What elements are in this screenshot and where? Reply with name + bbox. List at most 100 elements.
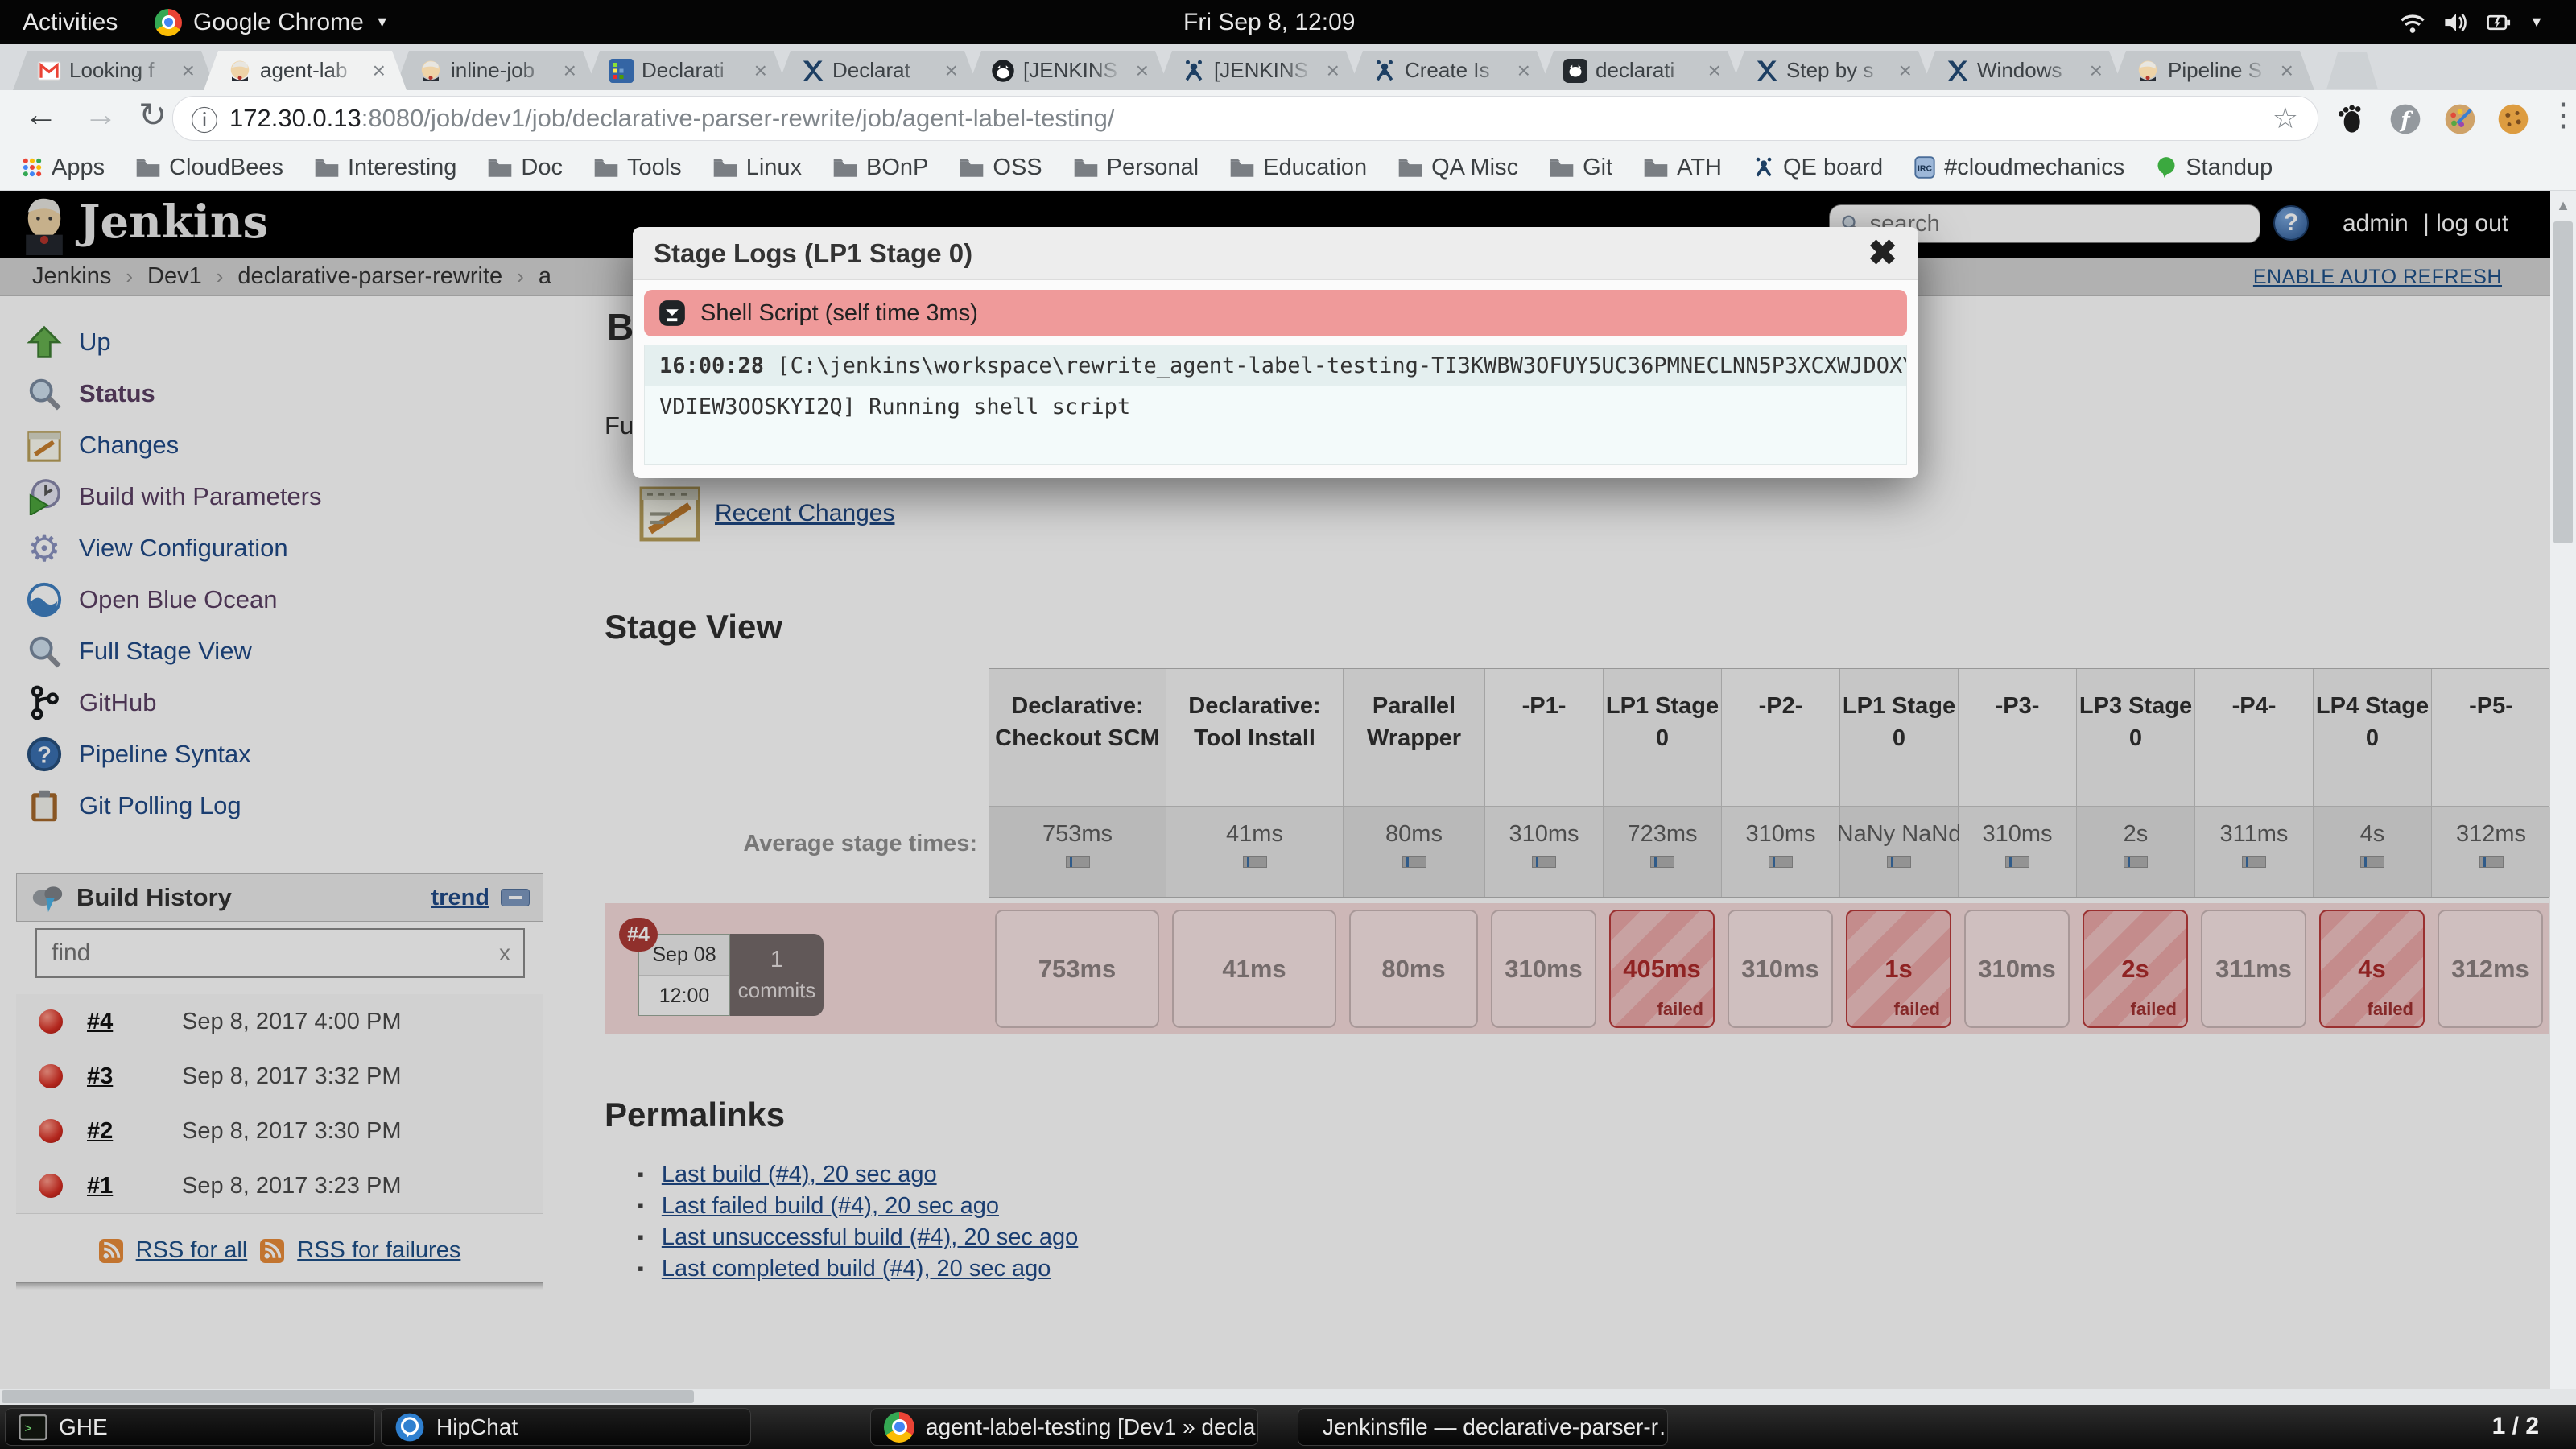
apps-grid-icon xyxy=(21,156,43,179)
log-line: 16:00:28 [C:\jenkins\workspace\rewrite_a… xyxy=(645,345,1906,386)
chrome-icon xyxy=(155,9,182,36)
tab-jenkins-jira[interactable]: [JENKINS × xyxy=(1158,51,1360,90)
log-line: VDIEW3OOSKYI2Q] Running shell script xyxy=(645,386,1906,427)
back-button[interactable]: ← xyxy=(24,95,58,134)
bookmark-star-icon[interactable]: ☆ xyxy=(2273,101,2298,135)
bookmark-bonp[interactable]: BOnP xyxy=(832,155,928,181)
jenkins-page: Jenkins ? admin | log out Jenkins › Dev1… xyxy=(0,191,2550,1389)
tab-close-icon[interactable]: × xyxy=(1517,58,1530,84)
palette-extension-icon[interactable] xyxy=(2444,103,2476,135)
bookmark-ath[interactable]: ATH xyxy=(1643,155,1722,181)
folder-icon xyxy=(832,157,858,178)
tab-close-icon[interactable]: × xyxy=(1136,58,1149,84)
url-bar[interactable]: ⓘ 172.30.0.13:8080/job/dev1/job/declarat… xyxy=(172,96,2318,141)
tab-close-icon[interactable]: × xyxy=(945,58,958,84)
tab-close-icon[interactable]: × xyxy=(1708,58,1721,84)
taskbar-window-chrome[interactable]: agent-label-testing [Dev1 » declar… xyxy=(870,1408,1258,1446)
activities-button[interactable]: Activities xyxy=(23,0,118,44)
scrollbar-thumb[interactable] xyxy=(2,1390,694,1403)
new-tab-button[interactable] xyxy=(2326,52,2378,89)
workspace-indicator[interactable]: 1 / 2 xyxy=(2492,1413,2539,1440)
tab-close-icon[interactable]: × xyxy=(564,58,576,84)
clock[interactable]: Fri Sep 8, 12:09 xyxy=(1183,0,1355,44)
tab-title: Create Is xyxy=(1405,58,1509,83)
bookmark-label: OSS xyxy=(993,155,1042,181)
tab-agent-label-testing[interactable]: agent-lab × xyxy=(204,51,407,90)
browser-menu-icon[interactable]: ⋮ xyxy=(2547,97,2576,134)
bookmark-label: Standup xyxy=(2186,155,2273,181)
folder-icon xyxy=(487,157,513,178)
taskbar-window-ghe[interactable]: >_ GHE xyxy=(5,1408,375,1446)
tab-close-icon[interactable]: × xyxy=(1327,58,1340,84)
github-square-icon xyxy=(1563,59,1587,83)
tab-declarative-x[interactable]: Declarat × xyxy=(776,51,979,90)
tab-strip: Looking f × agent-lab × inline-job × D xyxy=(0,44,2576,90)
folder-icon xyxy=(593,157,619,178)
tab-title: [JENKINS xyxy=(1023,58,1128,83)
bookmark-label: Interesting xyxy=(348,155,456,181)
bookmark-linux[interactable]: Linux xyxy=(712,155,802,181)
url-path: :8080/job/dev1/job/declarative-parser-re… xyxy=(361,104,1115,133)
svg-text:IRC: IRC xyxy=(1918,164,1933,174)
horizontal-scrollbar[interactable] xyxy=(0,1389,2550,1405)
jenkins-icon xyxy=(228,59,252,83)
bookmark-doc[interactable]: Doc xyxy=(487,155,563,181)
tab-pipeline[interactable]: Pipeline S × xyxy=(2112,51,2314,90)
x-icon xyxy=(1945,59,1969,83)
bookmark-personal[interactable]: Personal xyxy=(1073,155,1199,181)
taskbar-window-vscode[interactable]: Jenkinsfile — declarative-parser-r… xyxy=(1298,1408,1668,1446)
bookmark-qe-board[interactable]: QE board xyxy=(1752,155,1883,181)
vertical-scrollbar[interactable]: ▲ xyxy=(2550,191,2576,1389)
log-text: [C:\jenkins\workspace\rewrite_agent-labe… xyxy=(777,353,1906,378)
tab-create-issue[interactable]: Create Is × xyxy=(1348,51,1551,90)
folder-icon xyxy=(1229,157,1255,178)
bookmark-cloudmechanics[interactable]: IRC#cloudmechanics xyxy=(1913,155,2124,181)
cookie-extension-icon[interactable] xyxy=(2497,103,2529,135)
bookmark-education[interactable]: Education xyxy=(1229,155,1367,181)
jenkins-dashboard-icon xyxy=(609,59,634,83)
gmail-icon xyxy=(37,59,61,83)
scrollbar-thumb[interactable] xyxy=(2553,221,2573,543)
taskbar-window-label: GHE xyxy=(59,1414,108,1440)
tab-declarative-dashboard[interactable]: Declarati × xyxy=(585,51,788,90)
tab-jenkins-issue[interactable]: [JENKINS × xyxy=(967,51,1170,90)
app-menu[interactable]: Google Chrome ▼ xyxy=(155,0,390,44)
tab-title: Declarat xyxy=(832,58,937,83)
site-info-icon[interactable]: ⓘ xyxy=(191,99,218,138)
bookmark-tools[interactable]: Tools xyxy=(593,155,682,181)
tab-windows[interactable]: Windows × xyxy=(1921,51,2124,90)
taskbar-window-label: Jenkinsfile — declarative-parser-r… xyxy=(1323,1414,1668,1440)
gnome-foot-extension-icon[interactable] xyxy=(2334,103,2367,135)
tab-close-icon[interactable]: × xyxy=(182,58,195,84)
taskbar-window-hipchat[interactable]: HipChat xyxy=(381,1408,751,1446)
bookmark-label: BOnP xyxy=(866,155,928,181)
bookmark-oss[interactable]: OSS xyxy=(959,155,1042,181)
tab-close-icon[interactable]: × xyxy=(373,58,386,84)
shell-script-banner[interactable]: Shell Script (self time 3ms) xyxy=(644,290,1907,336)
bookmark-standup[interactable]: Standup xyxy=(2155,155,2273,181)
bookmark-cloudbees[interactable]: CloudBees xyxy=(135,155,283,181)
bookmark-apps[interactable]: Apps xyxy=(21,155,105,181)
tab-title: Windows xyxy=(1977,58,2082,83)
bookmark-qa-misc[interactable]: QA Misc xyxy=(1397,155,1518,181)
shell-script-label: Shell Script (self time 3ms) xyxy=(700,300,978,327)
tab-close-icon[interactable]: × xyxy=(1899,58,1912,84)
reload-button[interactable]: ↻ xyxy=(138,95,167,134)
tab-close-icon[interactable]: × xyxy=(2281,58,2293,84)
bookmark-git[interactable]: Git xyxy=(1549,155,1612,181)
tab-step-by-step[interactable]: Step by s × xyxy=(1730,51,1933,90)
modal-close-icon[interactable]: ✖ xyxy=(1868,242,1897,266)
system-tray[interactable]: ▼ xyxy=(2399,0,2544,44)
tab-inline-job[interactable]: inline-job × xyxy=(394,51,597,90)
tab-declarative-github[interactable]: declarati × xyxy=(1539,51,1742,90)
forward-button[interactable]: → xyxy=(84,95,118,134)
window-list-taskbar: >_ GHE HipChat agent-label-testing [Dev1… xyxy=(0,1405,2576,1449)
tab-looking[interactable]: Looking f × xyxy=(13,51,216,90)
scroll-up-icon[interactable]: ▲ xyxy=(2550,191,2576,214)
github-icon xyxy=(991,59,1015,83)
fedora-extension-icon[interactable]: f xyxy=(2389,103,2421,135)
bookmark-interesting[interactable]: Interesting xyxy=(314,155,456,181)
tab-close-icon[interactable]: × xyxy=(754,58,767,84)
bookmark-label: Linux xyxy=(746,155,802,181)
tab-close-icon[interactable]: × xyxy=(2090,58,2103,84)
